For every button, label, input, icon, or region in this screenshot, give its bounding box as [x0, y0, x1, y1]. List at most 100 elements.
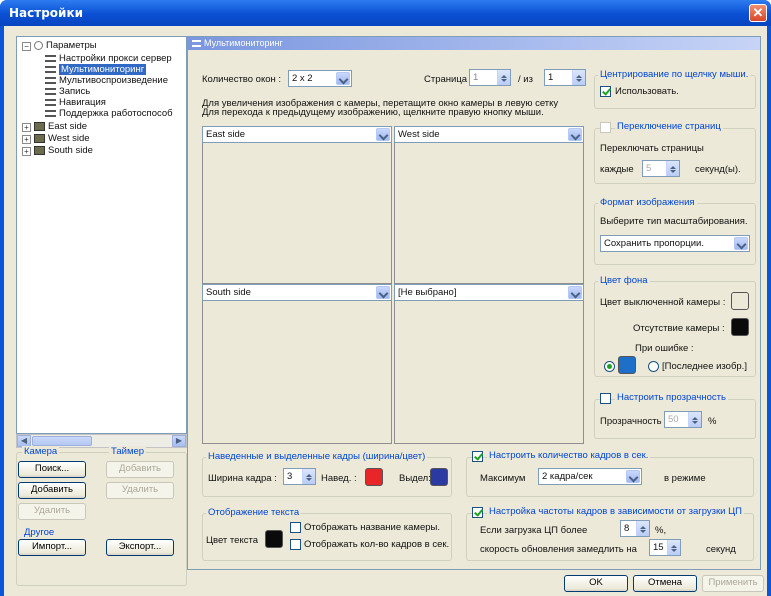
transparency-checkbox[interactable] [600, 393, 611, 404]
select-color-swatch[interactable] [430, 468, 448, 486]
cell-2-camera-select[interactable]: West side [394, 126, 584, 143]
cell-4-camera-select[interactable]: [Не выбрано] [394, 284, 584, 301]
export-button[interactable]: Экспорт... [106, 539, 174, 556]
camera-group-icon [34, 133, 45, 143]
windows-count-dropdown[interactable]: 2 x 2 [288, 70, 352, 87]
dropdown-arrow-icon [376, 128, 390, 141]
show-camera-name-label: Отображать название камеры. [304, 522, 440, 533]
frame-width-label: Ширина кадра : [208, 473, 277, 484]
expand-icon[interactable]: + [22, 147, 31, 156]
fps-max-label: Максимум [480, 473, 526, 484]
page-label: Страница [424, 74, 468, 85]
frames-title: Наведенные и выделенные кадры (ширина/цв… [206, 451, 428, 462]
show-fps-checkbox[interactable] [290, 539, 301, 550]
hint-line-2: Для перехода к предыдущему изображению, … [202, 107, 544, 118]
page-switch-interval-spinner[interactable]: 5 [642, 160, 680, 177]
timer-add-button[interactable]: Добавить [106, 461, 174, 478]
seconds-label: секунд(ы). [695, 164, 741, 175]
grid-cell-1[interactable] [202, 126, 392, 284]
tree-group[interactable]: South side [34, 145, 93, 157]
cpu-fps-checkbox[interactable] [472, 507, 483, 518]
page-switch-title: Переключение страниц [615, 121, 723, 132]
multimonitoring-panel: Мультимониторинг Количество окон : 2 x 2… [187, 36, 761, 570]
settings-window: Настройки ✕ − Параметры Настройки прокси… [0, 0, 771, 596]
center-group-title: Центрирование по щелчку мыши. [598, 69, 751, 80]
cell-1-camera-select[interactable]: East side [202, 126, 392, 143]
camera-group-title: Камера [22, 446, 60, 457]
transparency-title: Настроить прозрачность [615, 392, 728, 403]
tree-group[interactable]: East side [34, 121, 87, 133]
image-format-prompt: Выберите тип масштабирования. [600, 216, 748, 227]
show-camera-name-checkbox[interactable] [290, 522, 301, 533]
tree-item[interactable]: Поддержка работоспособ [45, 108, 173, 120]
settings-tree[interactable]: − Параметры Настройки прокси сервер Мульт… [16, 36, 187, 434]
scroll-thumb[interactable] [32, 436, 92, 446]
page-of-label: / из [518, 74, 533, 85]
show-fps-label: Отображать кол-во кадров в сек. [304, 539, 450, 550]
scaling-type-dropdown[interactable]: Сохранить пропорции. [600, 235, 750, 252]
page-spinner[interactable]: 1 [469, 69, 511, 86]
timer-group-title: Таймер [109, 446, 147, 457]
error-color-radio[interactable] [604, 361, 615, 372]
wrench-icon [34, 40, 43, 50]
spinner-arrows-icon[interactable] [572, 70, 585, 85]
transparency-spinner[interactable]: 50 [664, 411, 702, 428]
expand-icon[interactable]: + [22, 123, 31, 132]
off-camera-color-label: Цвет выключенной камеры : [600, 297, 726, 308]
tree-group[interactable]: West side [34, 133, 90, 145]
window-client: − Параметры Настройки прокси сервер Мульт… [4, 26, 767, 596]
expand-icon[interactable]: + [22, 135, 31, 144]
dropdown-arrow-icon [376, 286, 390, 299]
last-image-radio[interactable] [648, 361, 659, 372]
camera-search-button[interactable]: Поиск... [18, 461, 86, 478]
dropdown-arrow-icon [568, 286, 582, 299]
import-button[interactable]: Импорт... [18, 539, 86, 556]
spinner-arrows-icon[interactable] [636, 521, 649, 536]
spinner-arrows-icon[interactable] [497, 70, 510, 85]
hover-color-label: Навед. : [321, 473, 357, 484]
camera-add-button[interactable]: Добавить [18, 482, 86, 499]
fps-limit-checkbox[interactable] [472, 451, 483, 462]
cancel-button[interactable]: Отмена [633, 575, 697, 592]
grid-cell-3[interactable] [202, 284, 392, 444]
spinner-arrows-icon[interactable] [688, 412, 701, 427]
center-use-checkbox[interactable] [600, 86, 611, 97]
grid-cell-4[interactable] [394, 284, 584, 444]
page-switch-checkbox[interactable] [600, 122, 611, 133]
windows-count-label: Количество окон : [202, 74, 282, 85]
cell-3-camera-select[interactable]: South side [202, 284, 392, 301]
scroll-right-button[interactable]: ▶ [172, 435, 186, 447]
list-item-icon [45, 54, 56, 62]
window-title: Настройки [9, 6, 84, 20]
error-color-swatch[interactable] [618, 356, 636, 374]
tree-root[interactable]: Параметры [34, 40, 97, 52]
apply-button[interactable]: Применить [702, 575, 764, 592]
every-label: каждые [600, 164, 634, 175]
last-image-label: [Последнее изобр.] [662, 361, 747, 372]
close-button[interactable]: ✕ [749, 4, 767, 22]
title-bar[interactable]: Настройки ✕ [0, 0, 771, 26]
dropdown-arrow-icon [336, 72, 350, 85]
spinner-arrows-icon[interactable] [666, 161, 679, 176]
percent-label: % [708, 416, 717, 427]
page-total-spinner[interactable]: 1 [544, 69, 586, 86]
spinner-arrows-icon[interactable] [302, 469, 315, 484]
camera-delete-button[interactable]: Удалить [18, 503, 86, 520]
text-color-swatch[interactable] [265, 530, 283, 548]
cpu-threshold-spinner[interactable]: 8 [620, 520, 650, 537]
hover-color-swatch[interactable] [365, 468, 383, 486]
list-item-icon [45, 65, 56, 73]
off-camera-color-swatch[interactable] [731, 292, 749, 310]
timer-delete-button[interactable]: Удалить [106, 482, 174, 499]
bg-color-title: Цвет фона [598, 275, 650, 286]
frame-width-spinner[interactable]: 3 [283, 468, 316, 485]
grid-cell-2[interactable] [394, 126, 584, 284]
center-use-label: Использовать. [615, 86, 679, 97]
fps-max-dropdown[interactable]: 2 кадра/сек [538, 468, 642, 485]
spinner-arrows-icon[interactable] [667, 540, 680, 555]
collapse-icon[interactable]: − [22, 42, 31, 51]
no-camera-color-swatch[interactable] [731, 318, 749, 336]
fps-mode-label: в режиме [664, 473, 706, 484]
ok-button[interactable]: OK [564, 575, 628, 592]
slow-down-spinner[interactable]: 15 [649, 539, 681, 556]
